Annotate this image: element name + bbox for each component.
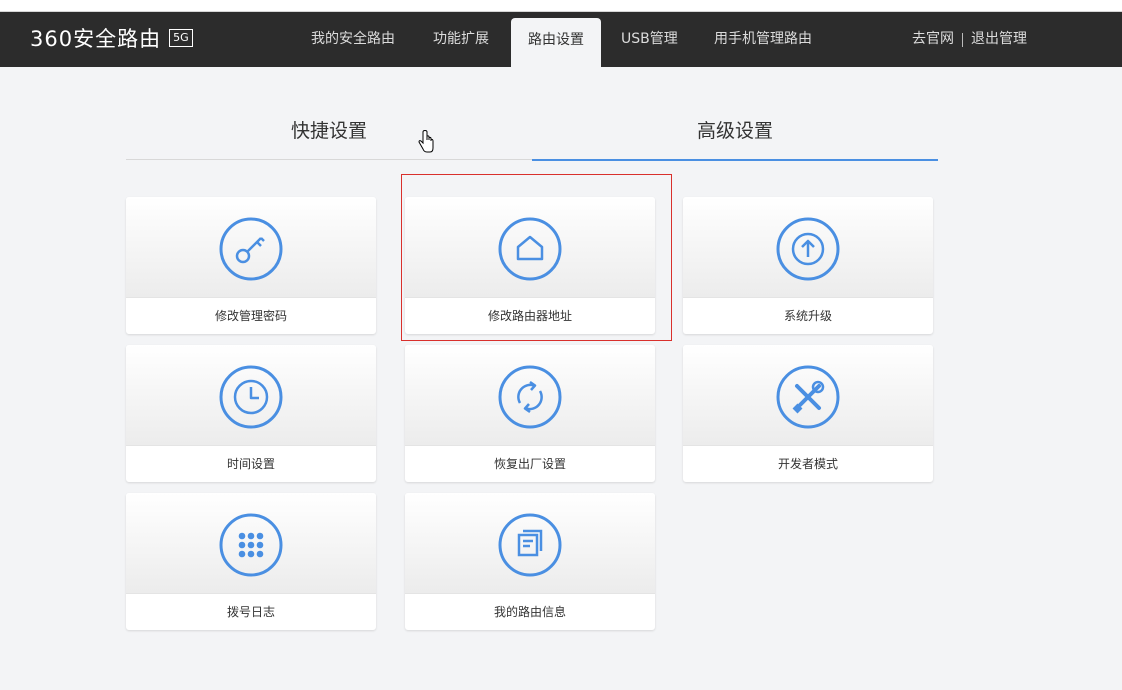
tile-label: 修改管理密码 bbox=[214, 309, 287, 323]
nav-mobile-management[interactable]: 用手机管理路由 bbox=[714, 12, 812, 67]
tile-factory-reset[interactable]: 恢复出厂设置 bbox=[405, 345, 655, 482]
home-icon bbox=[498, 217, 562, 281]
tile-change-admin-password[interactable]: 修改管理密码 bbox=[126, 197, 376, 334]
tile-label: 系统升级 bbox=[783, 309, 832, 323]
tile-my-router-info[interactable]: 我的路由信息 bbox=[405, 493, 655, 630]
tile-icon-area bbox=[683, 345, 933, 446]
tile-icon-area bbox=[126, 197, 376, 298]
logout-link[interactable]: 退出管理 bbox=[971, 12, 1027, 67]
tile-icon-area bbox=[126, 345, 376, 446]
tile-label: 拨号日志 bbox=[226, 605, 275, 619]
brand-name: 360安全路由 bbox=[30, 27, 162, 51]
tile-system-upgrade[interactable]: 系统升级 bbox=[683, 197, 933, 334]
nav-extensions[interactable]: 功能扩展 bbox=[433, 12, 489, 67]
nav-router-settings[interactable]: 路由设置 bbox=[511, 18, 601, 67]
tile-label: 时间设置 bbox=[226, 457, 275, 471]
tile-icon-area bbox=[405, 345, 655, 446]
nav-usb-management[interactable]: USB管理 bbox=[621, 12, 678, 67]
clock-icon bbox=[219, 365, 283, 429]
navbar-right-links: 去官网 退出管理 bbox=[912, 12, 1027, 67]
tile-icon-area bbox=[405, 197, 655, 298]
restore-icon bbox=[498, 365, 562, 429]
tile-label: 开发者模式 bbox=[777, 457, 838, 471]
tile-icon-area bbox=[126, 493, 376, 594]
official-site-link[interactable]: 去官网 bbox=[912, 12, 954, 67]
tile-developer-mode[interactable]: 开发者模式 bbox=[683, 345, 933, 482]
tools-icon bbox=[776, 365, 840, 429]
divider bbox=[962, 32, 963, 47]
tab-quick-settings[interactable]: 快捷设置 bbox=[126, 105, 532, 160]
upgrade-icon bbox=[776, 217, 840, 281]
brand-logo[interactable]: 360安全路由 5G bbox=[30, 23, 193, 53]
tile-icon-area bbox=[683, 197, 933, 298]
tile-label: 恢复出厂设置 bbox=[493, 457, 566, 471]
tile-label: 修改路由器地址 bbox=[487, 309, 572, 323]
hand-cursor-icon bbox=[418, 130, 434, 153]
tile-label: 我的路由信息 bbox=[493, 605, 566, 619]
tile-dialup-log[interactable]: 拨号日志 bbox=[126, 493, 376, 630]
nav-my-router[interactable]: 我的安全路由 bbox=[311, 12, 395, 67]
tab-advanced-settings[interactable]: 高级设置 bbox=[532, 105, 938, 161]
info-document-icon bbox=[498, 513, 562, 577]
top-navbar: 360安全路由 5G 我的安全路由 功能扩展 路由设置 USB管理 用手机管理路… bbox=[0, 12, 1122, 67]
tile-time-settings[interactable]: 时间设置 bbox=[126, 345, 376, 482]
band-badge: 5G bbox=[169, 29, 193, 47]
dialpad-icon bbox=[219, 513, 283, 577]
key-icon bbox=[219, 217, 283, 281]
browser-top-edge bbox=[0, 0, 1122, 12]
tile-change-router-address[interactable]: 修改路由器地址 bbox=[405, 197, 655, 334]
tile-icon-area bbox=[405, 493, 655, 594]
